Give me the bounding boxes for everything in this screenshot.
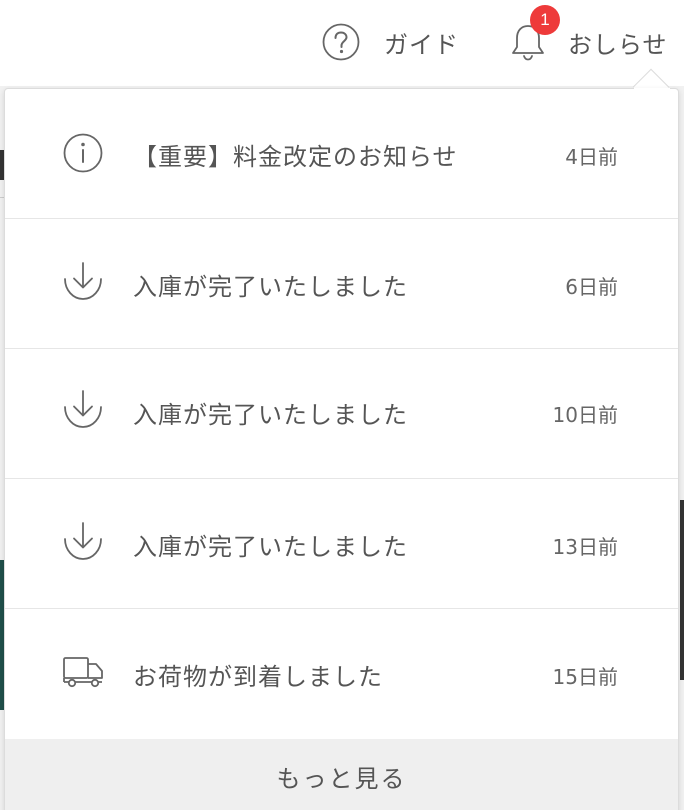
caret-joint bbox=[634, 88, 670, 102]
notification-time: 15日前 bbox=[552, 665, 618, 689]
notification-title: 入庫が完了いたしました bbox=[133, 401, 408, 429]
page: ガイド 1 おしらせ 【重要】料金改定のお知らせ 4日前 入庫が完了いたしました… bbox=[0, 0, 684, 810]
notification-time: 4日前 bbox=[565, 145, 618, 169]
guide-label: ガイド bbox=[384, 30, 459, 59]
show-more-button[interactable]: もっと見る bbox=[5, 739, 678, 810]
notification-item[interactable]: 入庫が完了いたしました 13日前 bbox=[5, 479, 678, 609]
truck-icon bbox=[61, 649, 105, 693]
notification-title: 【重要】料金改定のお知らせ bbox=[133, 143, 458, 171]
download-icon bbox=[61, 259, 105, 303]
notification-time: 6日前 bbox=[565, 275, 618, 299]
notification-item[interactable]: 入庫が完了いたしました 6日前 bbox=[5, 219, 678, 349]
help-circle-icon bbox=[322, 23, 360, 61]
info-icon bbox=[61, 131, 105, 175]
notification-list: 【重要】料金改定のお知らせ 4日前 入庫が完了いたしました 6日前 入庫が完了い… bbox=[5, 89, 678, 739]
download-icon bbox=[61, 519, 105, 563]
notification-title: 入庫が完了いたしました bbox=[133, 273, 408, 301]
notification-item[interactable]: 【重要】料金改定のお知らせ 4日前 bbox=[5, 89, 678, 219]
notifications-button[interactable]: 1 おしらせ bbox=[506, 5, 668, 64]
bell-icon: 1 bbox=[506, 5, 560, 64]
notifications-dropdown: 【重要】料金改定のお知らせ 4日前 入庫が完了いたしました 6日前 入庫が完了い… bbox=[4, 88, 679, 810]
notification-item[interactable]: 入庫が完了いたしました 10日前 bbox=[5, 349, 678, 479]
notifications-label: おしらせ bbox=[568, 30, 668, 59]
notification-title: 入庫が完了いたしました bbox=[133, 533, 408, 561]
notification-item[interactable]: お荷物が到着しました 15日前 bbox=[5, 609, 678, 739]
download-icon bbox=[61, 387, 105, 431]
guide-button[interactable]: ガイド bbox=[322, 22, 459, 62]
top-header: ガイド 1 おしらせ bbox=[0, 0, 684, 86]
unread-badge: 1 bbox=[530, 5, 560, 35]
notification-time: 13日前 bbox=[552, 535, 618, 559]
background-fragment bbox=[680, 500, 684, 680]
notification-title: お荷物が到着しました bbox=[133, 663, 383, 691]
notification-time: 10日前 bbox=[552, 403, 618, 427]
